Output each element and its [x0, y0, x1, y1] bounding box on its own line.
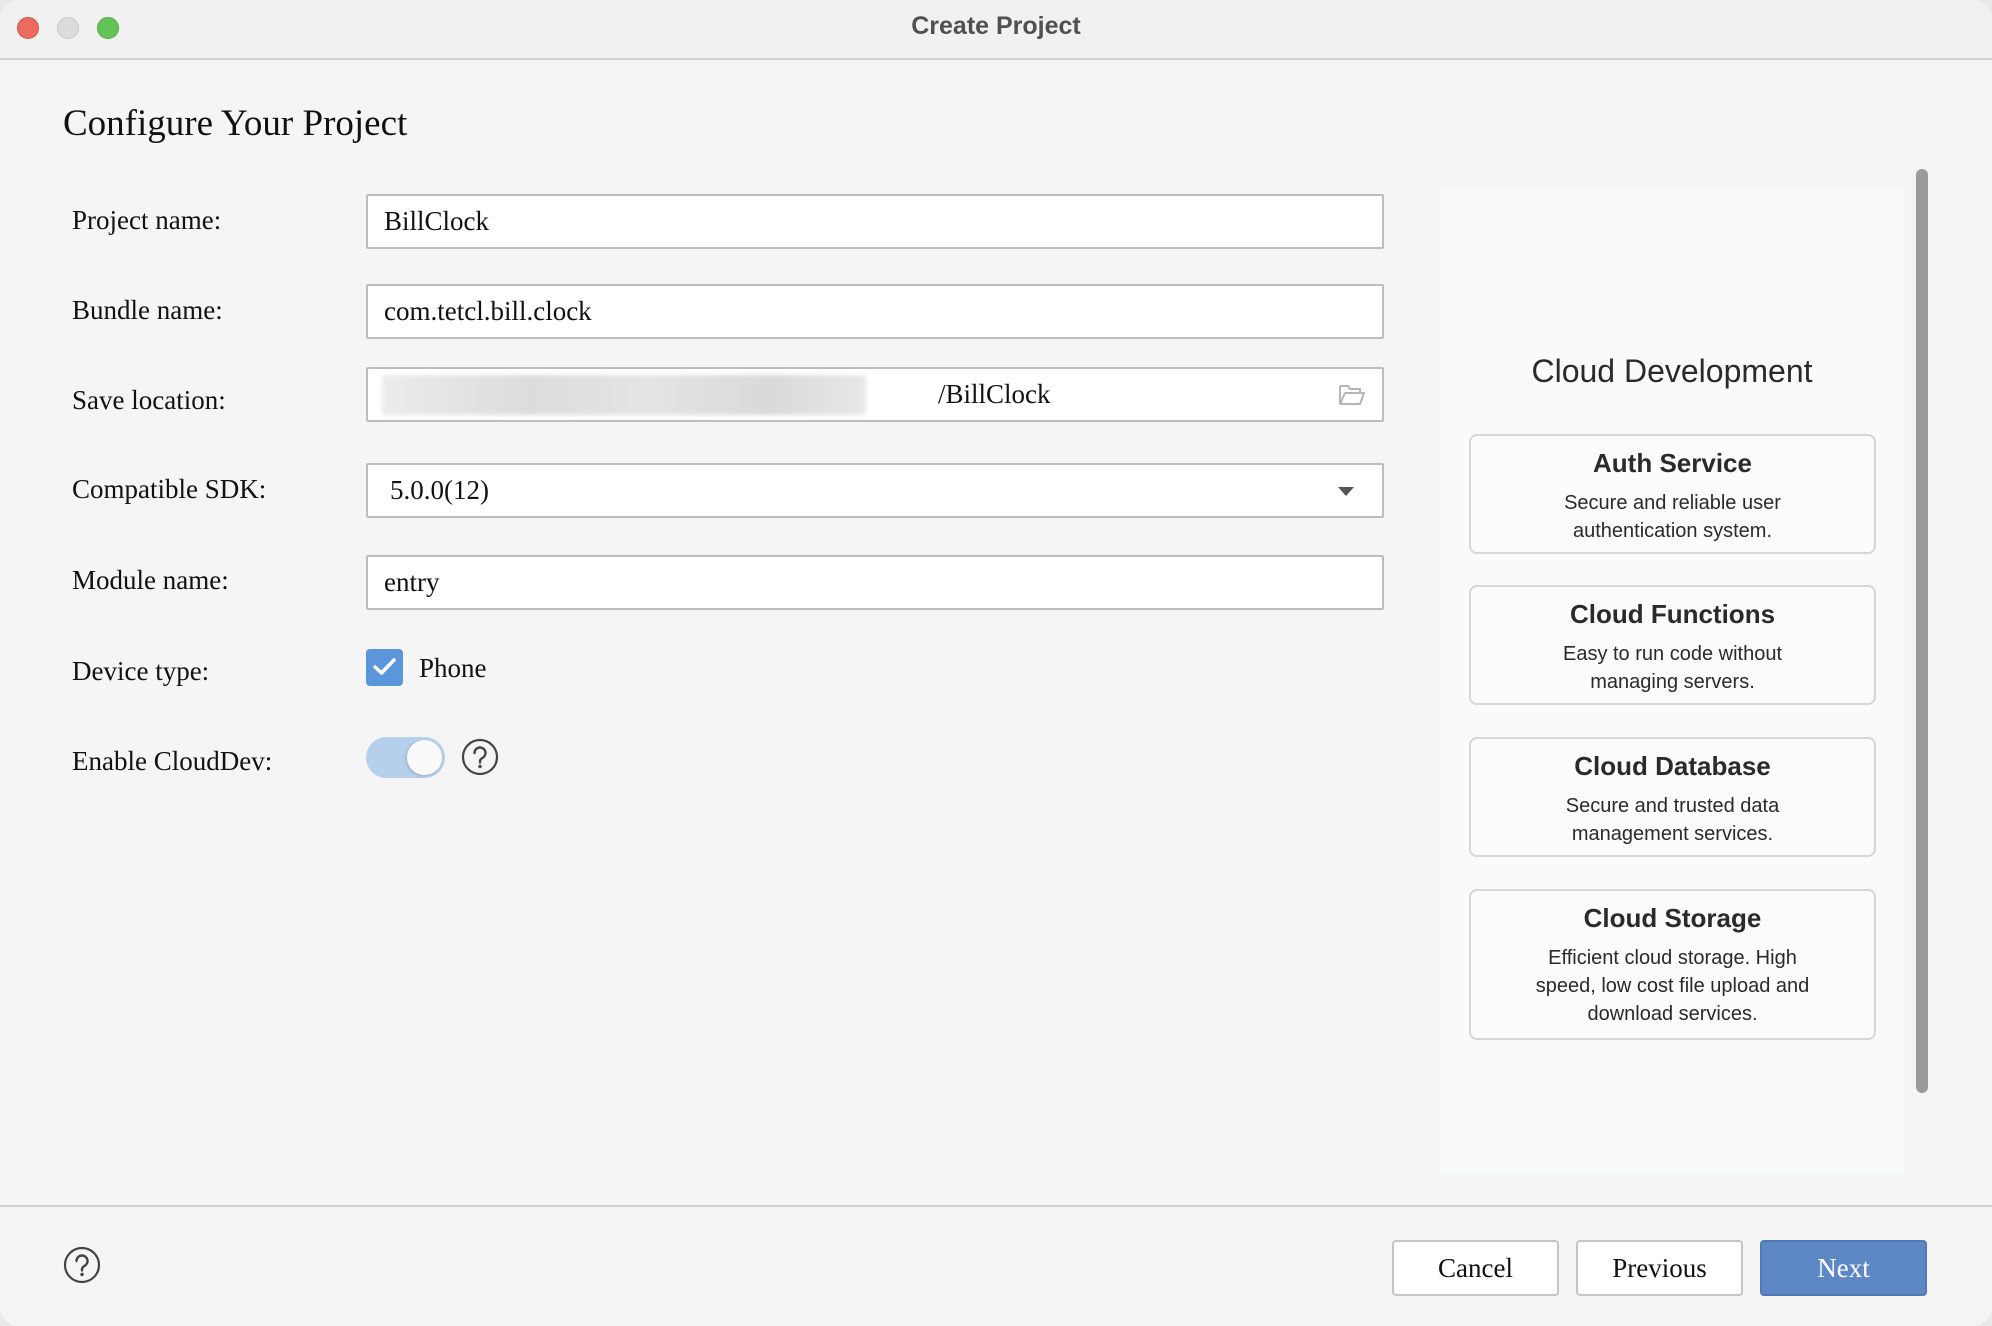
cloud-development-panel: Cloud Development Auth Service Secure an…	[1440, 189, 1904, 1175]
card-title: Cloud Functions	[1569, 599, 1776, 629]
card-description: Efficient cloud storage. High speed, low…	[1535, 947, 1810, 1025]
redacted-path	[382, 375, 866, 415]
cloud-storage-card[interactable]: Cloud Storage Efficient cloud storage. H…	[1469, 889, 1876, 1040]
cloud-database-card[interactable]: Cloud Database Secure and trusted data m…	[1469, 737, 1876, 857]
bundle-name-label: Bundle name:	[72, 295, 223, 325]
cancel-button[interactable]: Cancel	[1392, 1240, 1559, 1296]
save-location-value: /BillClock	[938, 379, 1051, 409]
project-name-value: BillClock	[384, 206, 490, 236]
footer-divider	[0, 1205, 1992, 1207]
cloud-functions-card[interactable]: Cloud Functions Easy to run code without…	[1469, 585, 1876, 705]
project-name-label: Project name:	[72, 205, 222, 235]
bundle-name-value: com.tetcl.bill.clock	[384, 296, 592, 326]
toggle-knob	[407, 740, 442, 775]
compatible-sdk-value: 5.0.0(12)	[390, 475, 489, 505]
card-title: Cloud Storage	[1583, 903, 1762, 933]
device-type-label: Device type:	[72, 656, 210, 686]
dropdown-arrow-icon[interactable]	[1338, 487, 1354, 496]
module-name-label: Module name:	[72, 565, 229, 595]
card-description: Secure and reliable user authentication …	[1564, 492, 1781, 542]
side-panel-scrollbar[interactable]	[1916, 169, 1928, 1093]
save-location-input[interactable]: /BillClock	[366, 367, 1384, 422]
auth-service-card[interactable]: Auth Service Secure and reliable user au…	[1469, 434, 1876, 554]
phone-checkbox[interactable]	[366, 649, 403, 686]
module-name-value: entry	[384, 567, 440, 597]
phone-checkbox-label: Phone	[419, 653, 487, 683]
page-title: Configure Your Project	[63, 103, 408, 144]
window-title: Create Project	[911, 12, 1081, 40]
card-title: Auth Service	[1593, 448, 1752, 478]
compatible-sdk-select[interactable]: 5.0.0(12)	[366, 463, 1384, 518]
project-name-input[interactable]: BillClock	[366, 194, 1384, 249]
clouddev-help-icon[interactable]	[461, 738, 499, 776]
card-description: Easy to run code without managing server…	[1562, 643, 1782, 693]
folder-open-icon[interactable]	[1338, 383, 1366, 407]
cloud-development-title: Cloud Development	[1531, 353, 1813, 389]
footer-help-icon[interactable]	[63, 1246, 101, 1284]
title-bar: Create Project	[0, 0, 1992, 60]
checkmark-icon	[373, 658, 396, 675]
create-project-window: Create Project Configure Your Project Pr…	[0, 0, 1992, 1326]
next-button[interactable]: Next	[1760, 1240, 1927, 1296]
card-title: Cloud Database	[1574, 751, 1771, 781]
save-location-label: Save location:	[72, 385, 226, 415]
previous-button[interactable]: Previous	[1576, 1240, 1743, 1296]
enable-clouddev-label: Enable CloudDev:	[72, 746, 273, 776]
compatible-sdk-label: Compatible SDK:	[72, 474, 267, 504]
bundle-name-input[interactable]: com.tetcl.bill.clock	[366, 284, 1384, 339]
card-description: Secure and trusted data management servi…	[1565, 795, 1780, 845]
enable-clouddev-toggle[interactable]	[366, 737, 445, 778]
module-name-input[interactable]: entry	[366, 555, 1384, 610]
